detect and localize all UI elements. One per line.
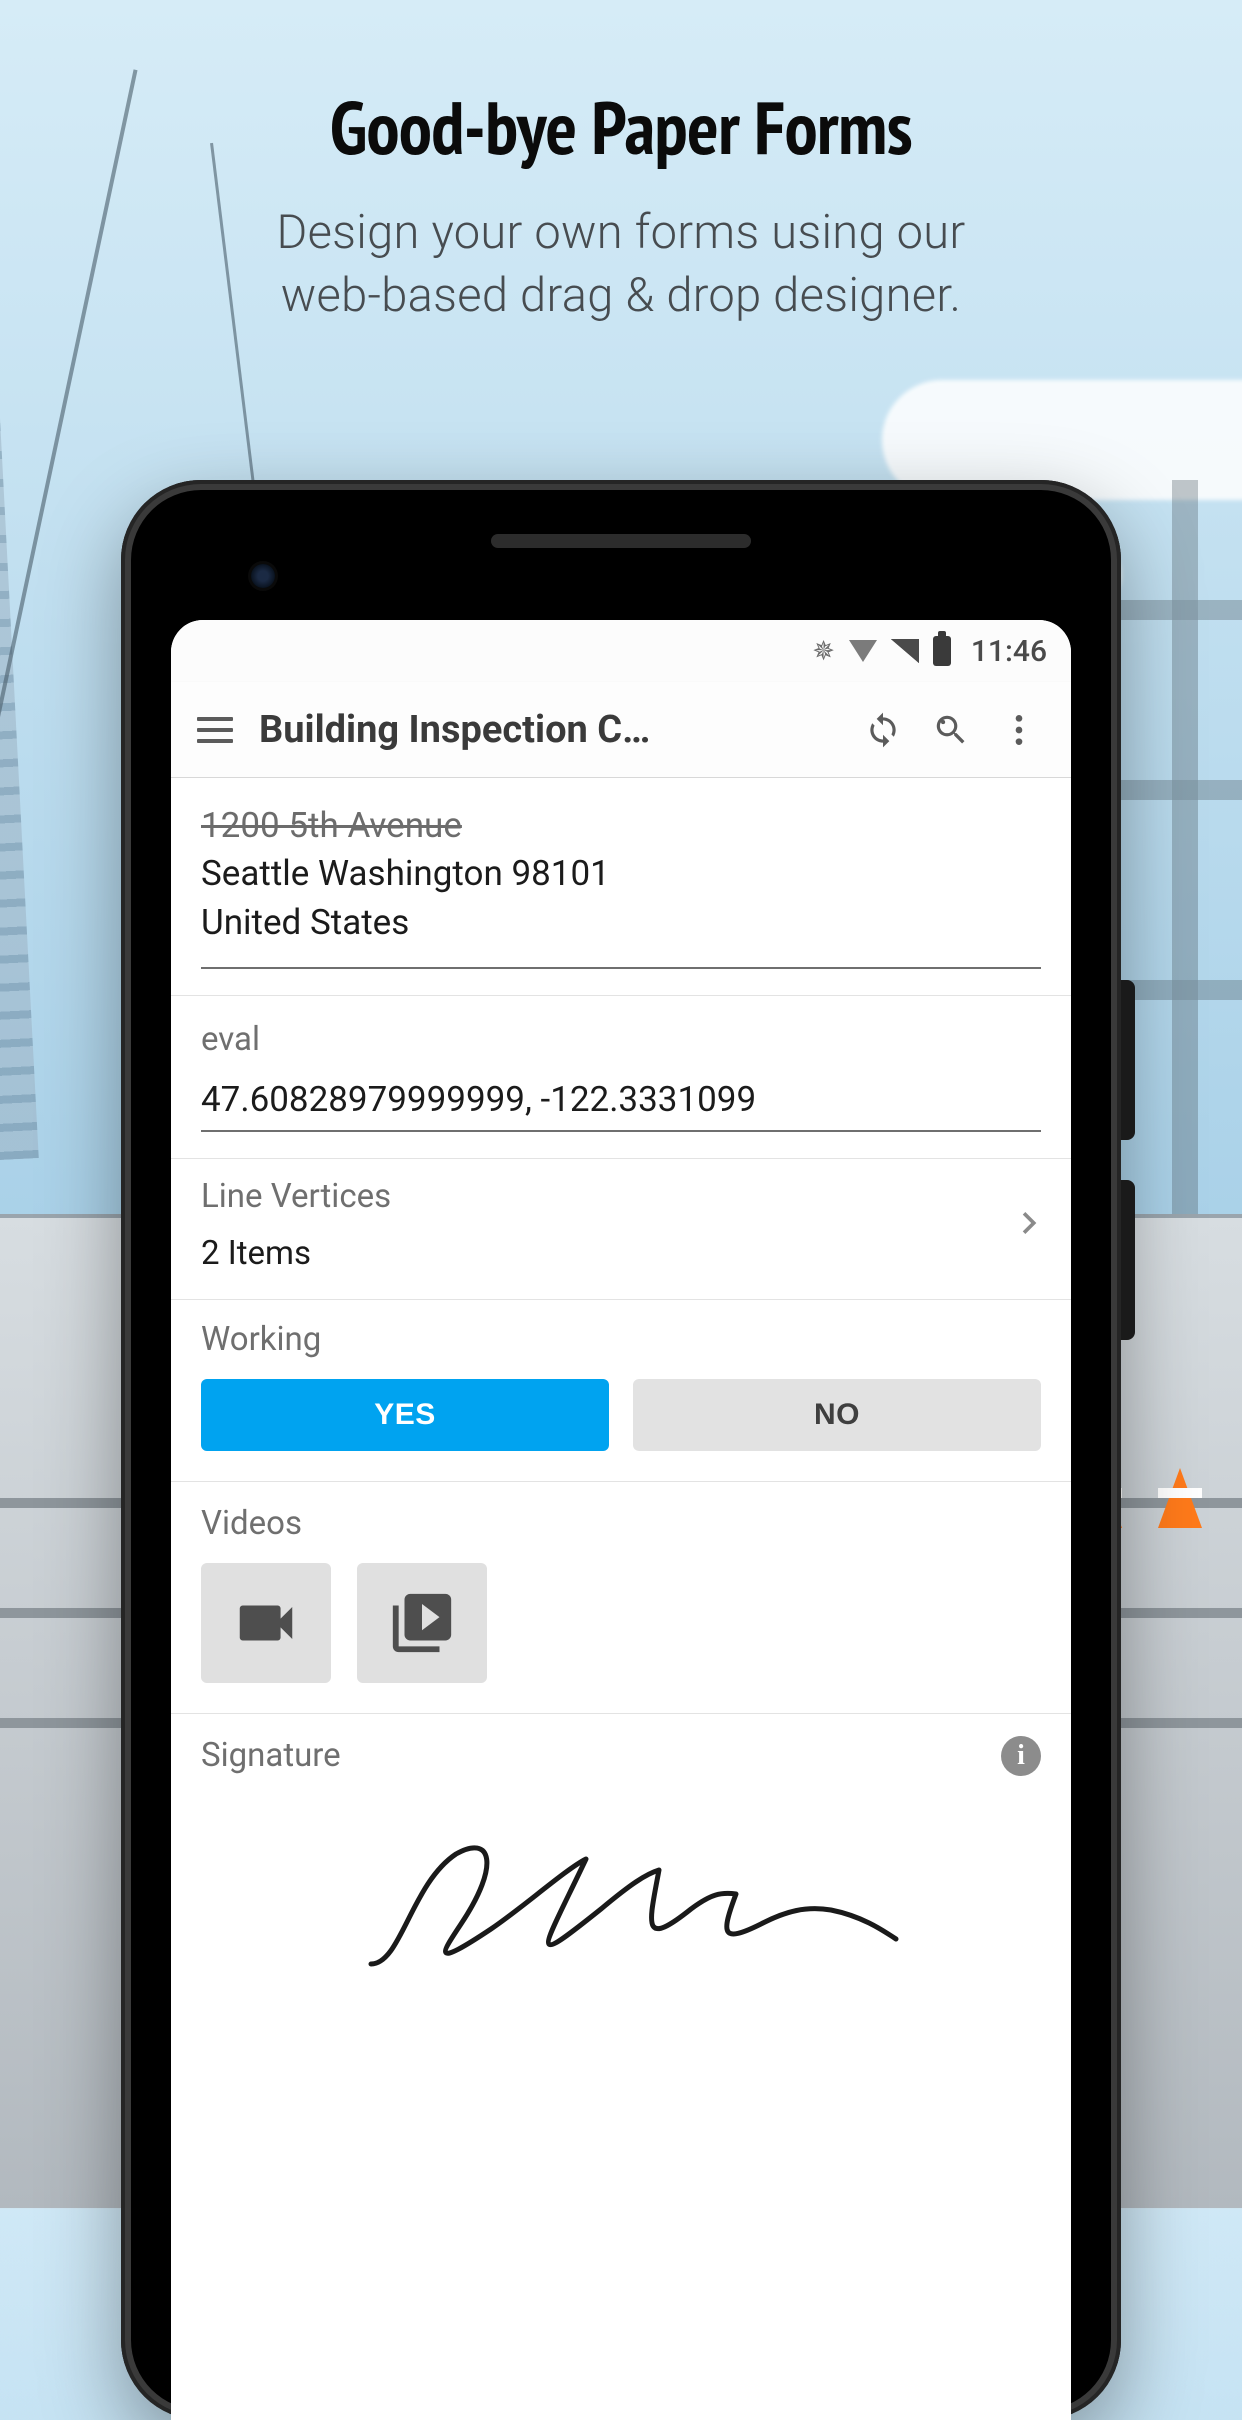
android-status-bar: ✵ 11:46	[171, 620, 1071, 682]
signature-info-button[interactable]: i	[1001, 1736, 1041, 1776]
map-search-icon	[932, 711, 970, 749]
more-vert-icon	[999, 710, 1039, 750]
promo-subline: Design your own forms using our web-base…	[0, 201, 1242, 328]
appbar-title: Building Inspection C…	[249, 708, 849, 752]
working-label: Working	[201, 1320, 1041, 1359]
address-field[interactable]: 1200 5th Avenue Seattle Washington 98101…	[171, 778, 1071, 996]
promo-copy: Good-bye Paper Forms Design your own for…	[0, 80, 1242, 328]
form-scroll[interactable]: 1200 5th Avenue Seattle Washington 98101…	[171, 778, 1071, 2420]
eval-value: 47.60828979999999, -122.3331099	[201, 1079, 1041, 1132]
signature-stroke	[341, 1814, 901, 1984]
videos-label: Videos	[201, 1504, 1041, 1543]
status-clock: 11:46	[971, 634, 1047, 669]
working-field: Working YES NO	[171, 1300, 1071, 1482]
address-line1: Seattle Washington 98101	[201, 853, 610, 894]
search-button[interactable]	[917, 696, 985, 764]
sync-icon	[864, 711, 902, 749]
record-video-button[interactable]	[201, 1563, 331, 1683]
working-yes-button[interactable]: YES	[201, 1379, 609, 1451]
video-camera-icon	[231, 1588, 301, 1658]
cell-signal-icon	[891, 639, 919, 663]
signature-field[interactable]: Signature i	[171, 1714, 1071, 2019]
working-no-button[interactable]: NO	[633, 1379, 1041, 1451]
sync-button[interactable]	[849, 696, 917, 764]
address-line0: 1200 5th Avenue	[201, 805, 462, 846]
videos-field: Videos	[171, 1482, 1071, 1714]
phone-camera	[251, 564, 275, 588]
battery-icon	[933, 636, 951, 666]
signature-label: Signature	[201, 1736, 1041, 1775]
eval-field[interactable]: eval 47.60828979999999, -122.3331099	[171, 996, 1071, 1159]
bluetooth-icon: ✵	[812, 635, 835, 667]
menu-button[interactable]	[181, 696, 249, 764]
line-vertices-row[interactable]: Line Vertices 2 Items	[171, 1159, 1071, 1300]
video-library-button[interactable]	[357, 1563, 487, 1683]
chevron-right-icon	[1007, 1201, 1051, 1249]
app-bar: Building Inspection C…	[171, 682, 1071, 778]
line-vertices-summary: 2 Items	[201, 1234, 391, 1273]
overflow-menu-button[interactable]	[985, 696, 1053, 764]
address-line2: United States	[201, 902, 409, 943]
phone-screen: ✵ 11:46 Building Inspection C…	[171, 620, 1071, 2420]
phone-speaker	[491, 534, 751, 548]
signature-canvas[interactable]	[201, 1789, 1041, 2009]
eval-label: eval	[201, 1020, 1041, 1059]
wifi-icon	[849, 640, 877, 662]
line-vertices-label: Line Vertices	[201, 1177, 391, 1216]
promo-headline: Good-bye Paper Forms	[0, 80, 1242, 175]
phone-frame: ✵ 11:46 Building Inspection C…	[121, 480, 1121, 2420]
phone-side-button	[1121, 980, 1135, 1140]
video-library-icon	[387, 1588, 457, 1658]
